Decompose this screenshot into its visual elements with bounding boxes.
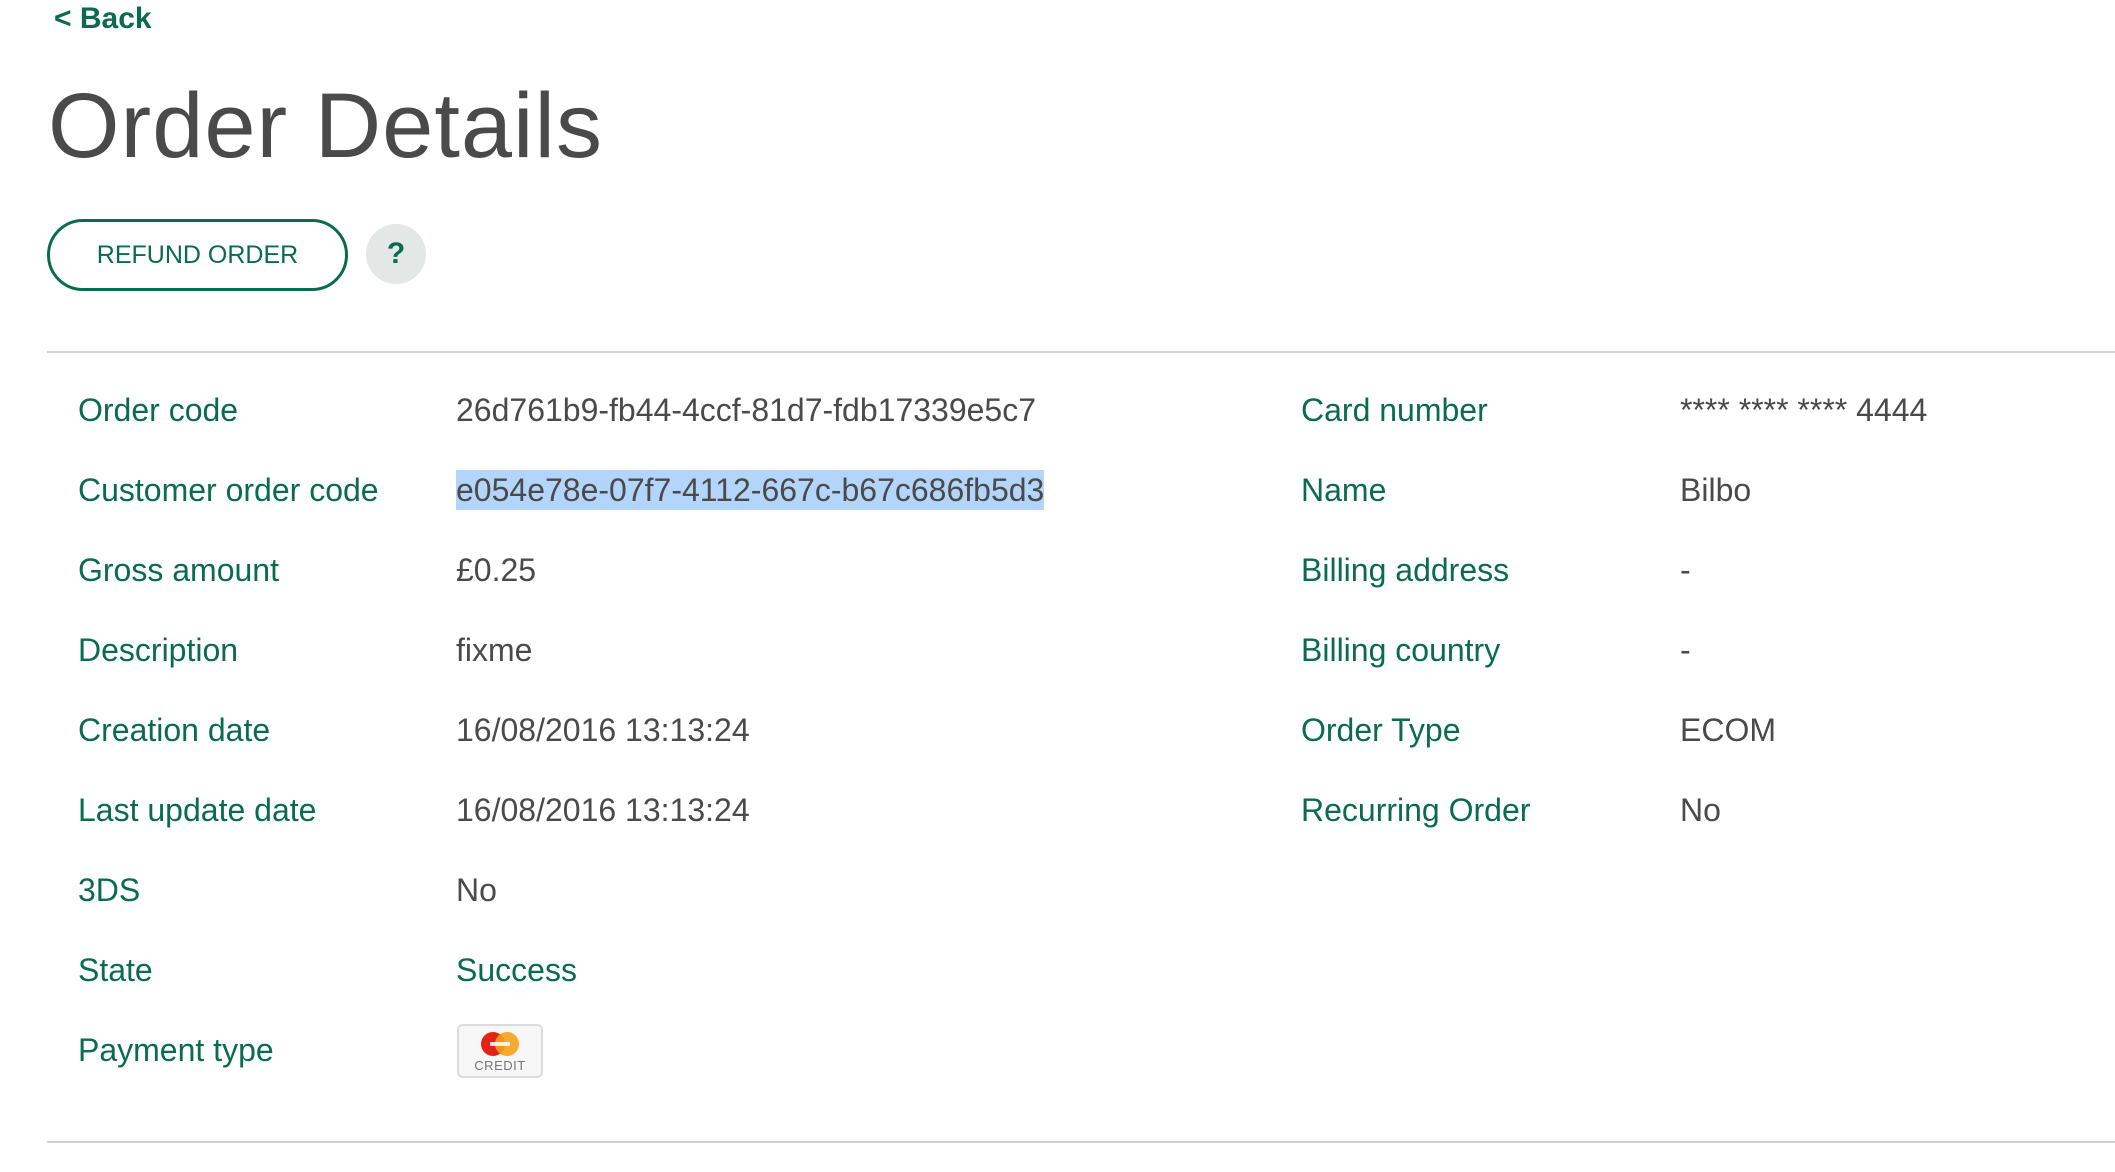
top-divider: [47, 351, 2115, 353]
page-title: Order Details: [48, 75, 603, 177]
recurring-order-value: No: [1680, 792, 1721, 828]
customer-order-code-value: e054e78e-07f7-4112-667c-b67c686fb5d3: [456, 470, 1045, 510]
name-label: Name: [1301, 472, 1387, 508]
gross-amount-label: Gross amount: [78, 552, 279, 588]
creation-date-value: 16/08/2016 13:13:24: [456, 712, 750, 748]
order-code-label: Order code: [78, 392, 239, 428]
payment-type-label: Payment type: [78, 1032, 274, 1068]
help-icon[interactable]: ?: [366, 224, 426, 284]
recurring-order-label: Recurring Order: [1301, 792, 1531, 828]
mastercard-credit-icon: CREDIT: [457, 1024, 543, 1078]
bottom-divider: [47, 1141, 2115, 1143]
card-number-label: Card number: [1301, 392, 1488, 428]
state-label: State: [78, 952, 153, 988]
customer-order-code-label: Customer order code: [78, 472, 379, 508]
billing-address-value: -: [1680, 552, 1691, 588]
back-link[interactable]: < Back: [54, 2, 152, 36]
3ds-label: 3DS: [78, 872, 141, 908]
state-value: Success: [456, 952, 577, 988]
last-update-date-label: Last update date: [78, 792, 317, 828]
last-update-date-value: 16/08/2016 13:13:24: [456, 792, 750, 828]
card-number-value: **** **** **** 4444: [1680, 392, 1928, 428]
billing-address-label: Billing address: [1301, 552, 1510, 588]
description-label: Description: [78, 632, 239, 668]
order-type-label: Order Type: [1301, 712, 1461, 748]
billing-country-value: -: [1680, 632, 1691, 668]
name-value: Bilbo: [1680, 472, 1752, 508]
payment-type-value: CREDIT: [474, 1058, 526, 1073]
description-value: fixme: [456, 632, 533, 668]
refund-order-button[interactable]: REFUND ORDER: [47, 219, 348, 291]
order-code-value: 26d761b9-fb44-4ccf-81d7-fdb17339e5c7: [456, 392, 1037, 428]
billing-country-label: Billing country: [1301, 632, 1501, 668]
gross-amount-value: £0.25: [456, 552, 537, 588]
3ds-value: No: [456, 872, 497, 908]
order-type-value: ECOM: [1680, 712, 1776, 748]
creation-date-label: Creation date: [78, 712, 271, 748]
